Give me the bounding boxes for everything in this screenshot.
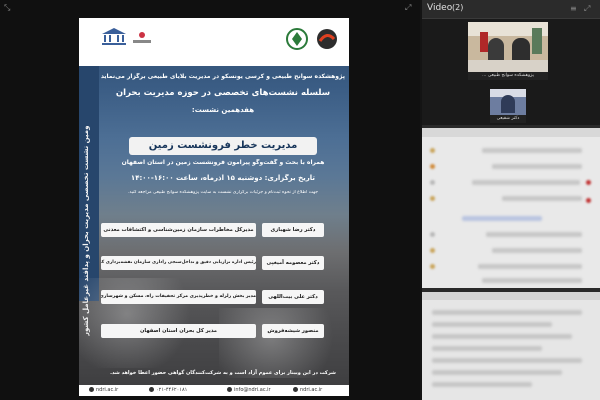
crisis-logo xyxy=(317,29,337,49)
chat-line xyxy=(432,322,552,327)
unesco-logo xyxy=(102,28,126,45)
video-pod-header: Video (2) ≡ ⤢ xyxy=(422,0,600,19)
session-subtitle: همراه با بحث و گفت‌وگو پیرامون فرونشست ز… xyxy=(121,159,325,166)
globe-icon xyxy=(293,387,298,392)
list-item[interactable] xyxy=(502,196,582,201)
session-number: هفدهمین نشست: xyxy=(191,106,255,114)
attendees-panel xyxy=(422,128,600,288)
email-icon xyxy=(227,387,232,392)
partner-logo xyxy=(133,32,151,44)
phone: ۰۲۱-۴۴۶۲۰۱۸۱ xyxy=(149,385,187,396)
expand-icon[interactable]: ⤢ xyxy=(405,4,411,12)
list-item[interactable] xyxy=(492,248,582,253)
chat-line xyxy=(432,382,532,387)
list-item[interactable] xyxy=(472,180,580,185)
email: info@ndri.ac.ir xyxy=(227,385,271,396)
webinar-poster: شصت‌وسومین نشست تخصصی مدیریت بحران و پدا… xyxy=(79,18,349,396)
video-tile-label: پژوهشکده سوانح طبیعی ... xyxy=(468,72,548,80)
minimize-icon[interactable]: ⤡ xyxy=(4,4,10,12)
chat-line xyxy=(432,334,572,339)
speaker-role: رئیس اداره ترازیابی دقیق و تداخل‌سنجی را… xyxy=(101,256,256,270)
right-panel: Video (2) ≡ ⤢ پژوهشکده سوانح طبیعی ... د… xyxy=(422,0,600,400)
speaker-name: دکتر معصومه آمیغپی xyxy=(262,256,324,270)
contact-bar: ndri.ac.ir ۰۲۱-۴۴۶۲۰۱۸۱ info@ndri.ac.ir … xyxy=(79,385,349,396)
session-title: مدیریت خطر فرونشست زمین xyxy=(129,137,317,155)
website-right: ndri.ac.ir xyxy=(293,385,322,396)
video-count: (2) xyxy=(452,3,464,12)
list-item[interactable] xyxy=(482,148,582,153)
session-date: تاریخ برگزاری: دوشنبه ۱۵ آذرماه، ساعت ۱۶… xyxy=(130,174,316,182)
series-title: سلسله نشست‌های تخصصی در حوزه مدیریت بحرا… xyxy=(115,88,331,98)
speaker-role: مدیر کل بحران استان اصفهان xyxy=(101,324,256,338)
status-icon xyxy=(430,264,435,269)
chat-panel xyxy=(422,292,600,400)
speaker-name: دکتر رضا شهبازی xyxy=(262,223,324,237)
presentation-panel: ⤡ ⤢ xyxy=(0,0,420,400)
list-item[interactable] xyxy=(478,264,582,269)
status-icon xyxy=(586,180,591,185)
video-tile-label: دکتر شفیعی xyxy=(490,115,526,123)
website-left: ndri.ac.ir xyxy=(89,385,118,396)
rock-texture xyxy=(219,308,349,378)
phone-icon xyxy=(149,387,154,392)
status-icon xyxy=(430,196,435,201)
globe-icon xyxy=(89,387,94,392)
list-item[interactable] xyxy=(462,216,542,221)
speaker-role: مدیرکل مخاطرات سازمان زمین‌شناسی و اکتشا… xyxy=(101,223,256,237)
speaker-name: منصور شیشه‌فروش xyxy=(262,324,324,338)
poster-header xyxy=(79,18,349,66)
ndri-logo xyxy=(286,28,308,50)
status-icon xyxy=(430,180,435,185)
chat-line xyxy=(432,346,542,351)
chat-line xyxy=(432,310,582,315)
video-tile-secondary[interactable]: دکتر شفیعی xyxy=(490,89,526,123)
organizer-line: پژوهشکده سوانح طبیعی و کرسی یونسکو در مد… xyxy=(101,73,345,80)
attendance-note: شرکت در این وبینار برای عموم آزاد است و … xyxy=(110,370,336,376)
list-item[interactable] xyxy=(492,164,582,169)
expand-icon[interactable]: ⤢ xyxy=(584,5,590,13)
status-icon xyxy=(586,198,591,203)
list-item[interactable] xyxy=(482,278,582,283)
video-tile-main[interactable]: پژوهشکده سوانح طبیعی ... xyxy=(468,22,548,80)
status-icon xyxy=(430,148,435,153)
chat-line xyxy=(432,358,582,363)
video-title: Video xyxy=(427,3,453,13)
poster-sidebar: شصت‌وسومین نشست تخصصی مدیریت بحران و پدا… xyxy=(79,66,99,336)
chat-line xyxy=(432,370,562,375)
status-icon xyxy=(430,164,435,169)
list-item[interactable] xyxy=(486,232,582,237)
menu-icon[interactable]: ≡ xyxy=(570,5,577,13)
speaker-role: مدیر بخش زلزله و خطرپذیری مرکز تحقیقات ر… xyxy=(101,290,256,304)
video-area: پژوهشکده سوانح طبیعی ... دکتر شفیعی xyxy=(422,19,600,125)
status-icon xyxy=(430,248,435,253)
registration-info: جهت اطلاع از نحوه ثبت‌نام و جزئیات برگزا… xyxy=(127,190,319,195)
speaker-name: دکتر علی بیت‌اللهی xyxy=(262,290,324,304)
status-icon xyxy=(430,232,435,237)
